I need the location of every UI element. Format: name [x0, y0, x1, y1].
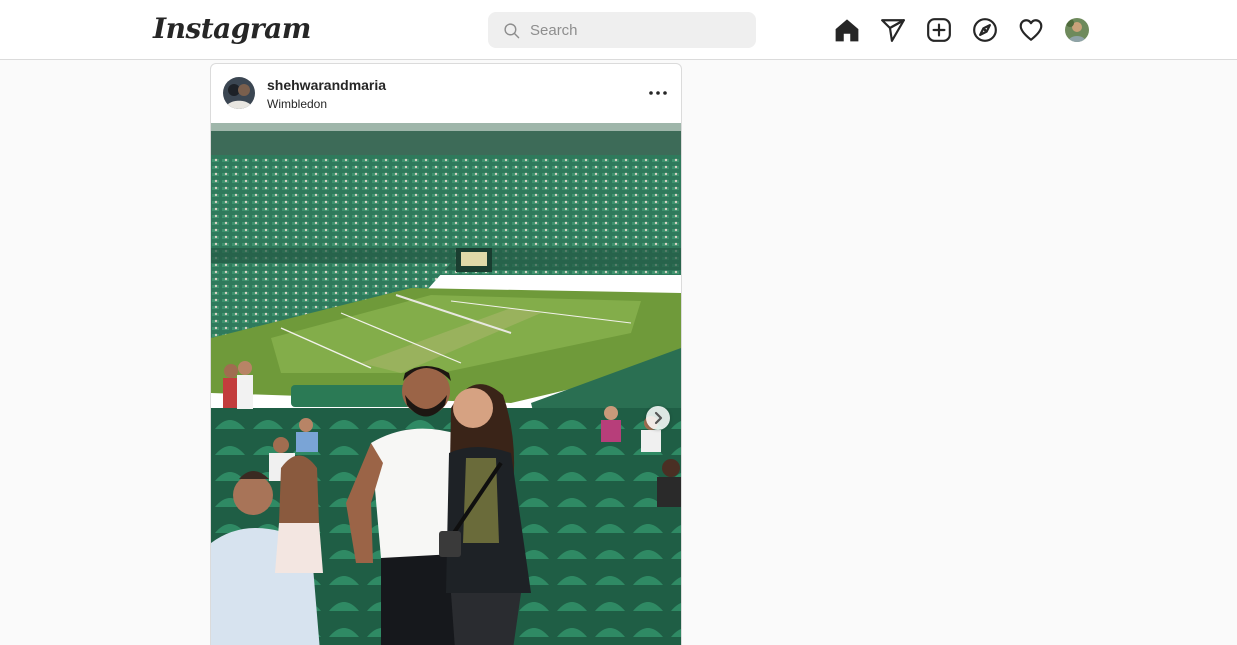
new-post-icon[interactable] [926, 17, 952, 43]
profile-avatar[interactable] [1065, 18, 1089, 42]
post-author-avatar[interactable] [223, 77, 255, 109]
home-icon[interactable] [834, 17, 860, 43]
instagram-logo[interactable]: Instagram [153, 12, 311, 45]
post-location[interactable]: Wimbledon [267, 97, 327, 111]
carousel-next-button[interactable] [646, 406, 670, 430]
explore-icon[interactable] [972, 17, 998, 43]
direct-message-icon[interactable] [880, 17, 906, 43]
search-box[interactable] [488, 12, 756, 48]
post-header: shehwarandmaria Wimbledon [211, 64, 681, 123]
search-input[interactable] [530, 12, 740, 48]
search-icon [504, 23, 520, 39]
chevron-right-icon [654, 411, 663, 425]
post-username[interactable]: shehwarandmaria [267, 77, 386, 93]
stadium-photo-illustration [211, 123, 681, 645]
post-photo[interactable] [211, 123, 681, 645]
activity-heart-icon[interactable] [1018, 17, 1044, 43]
feed-post: shehwarandmaria Wimbledon [210, 63, 682, 645]
more-options-icon[interactable] [647, 84, 669, 102]
top-navigation-bar: Instagram [0, 0, 1237, 60]
